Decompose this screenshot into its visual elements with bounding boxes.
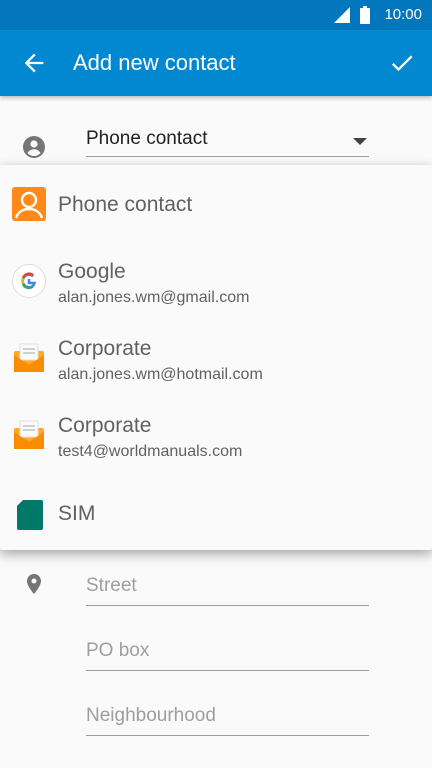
account-circle-icon <box>23 136 45 158</box>
account-menu-item-name: SIM <box>58 502 96 525</box>
street-placeholder: Street <box>86 575 137 596</box>
neighbourhood-placeholder: Neighbourhood <box>86 705 216 726</box>
po-box-field[interactable]: PO box <box>86 640 369 671</box>
sim-card-icon <box>17 500 43 530</box>
email-icon <box>14 343 44 372</box>
page-title: Add new contact <box>73 50 236 75</box>
back-arrow-icon[interactable] <box>20 49 48 77</box>
account-menu-item-name: Corporate <box>58 414 152 437</box>
street-field[interactable]: Street <box>86 575 369 606</box>
account-menu-item-email: alan.jones.wm@gmail.com <box>58 289 250 306</box>
account-selector[interactable]: Phone contact <box>86 128 369 157</box>
account-menu-item-name: Google <box>58 260 126 283</box>
location-pin-icon <box>27 574 41 594</box>
google-icon <box>12 264 46 298</box>
account-menu-item-corporate-hotmail[interactable]: Corporate alan.jones.wm@hotmail.com <box>0 322 432 399</box>
account-menu-item-phone[interactable]: Phone contact <box>0 165 432 245</box>
status-bar: 10:00 <box>0 0 432 30</box>
neighbourhood-field[interactable]: Neighbourhood <box>86 705 369 736</box>
checkmark-icon[interactable] <box>388 49 416 77</box>
account-selector-value: Phone contact <box>86 128 208 149</box>
account-menu-item-sim[interactable]: SIM <box>0 476 432 550</box>
account-menu: Phone contact Google alan.jones.wm@gmail… <box>0 165 432 550</box>
email-icon <box>14 420 44 449</box>
account-menu-item-google[interactable]: Google alan.jones.wm@gmail.com <box>0 245 432 322</box>
status-time: 10:00 <box>384 6 422 23</box>
signal-icon <box>334 7 350 23</box>
phone-contact-icon <box>12 187 46 221</box>
account-menu-item-corporate-worldmanuals[interactable]: Corporate test4@worldmanuals.com <box>0 399 432 476</box>
account-menu-item-name: Phone contact <box>58 193 193 216</box>
account-menu-item-email: test4@worldmanuals.com <box>58 443 243 460</box>
battery-icon <box>360 6 370 24</box>
app-bar: Add new contact <box>0 30 432 96</box>
dropdown-caret-icon <box>353 138 367 145</box>
account-menu-item-name: Corporate <box>58 337 152 360</box>
account-menu-item-email: alan.jones.wm@hotmail.com <box>58 366 263 383</box>
po-box-placeholder: PO box <box>86 640 150 661</box>
